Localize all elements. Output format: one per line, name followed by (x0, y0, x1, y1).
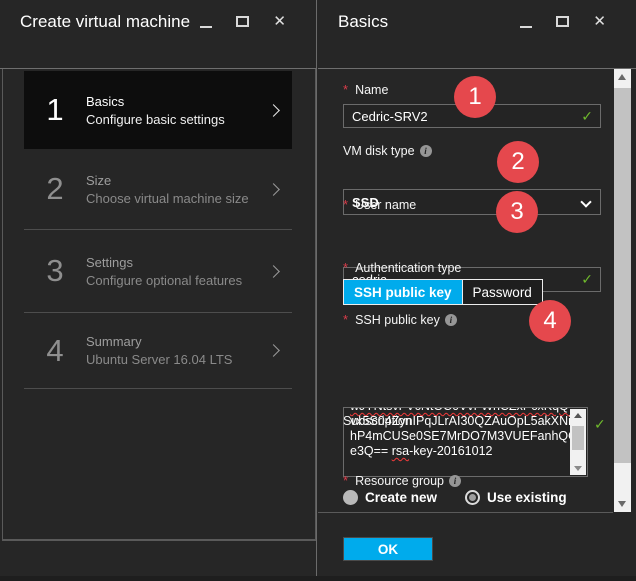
step-title: Size (86, 172, 112, 188)
step-basics[interactable]: 1 Basics Configure basic settings (24, 71, 292, 149)
step-settings[interactable]: 3 Settings Configure optional features (24, 230, 292, 312)
step-number: 2 (46, 171, 64, 206)
triangle-down-icon (574, 466, 582, 471)
blade-title: Basics (338, 12, 389, 31)
create-vm-window: Create virtual machine ✕ 1 Basics Config… (0, 0, 636, 581)
auth-type-label: * Authentication type (343, 260, 601, 275)
step-subtitle: Choose virtual machine size (86, 190, 249, 206)
close-icon[interactable]: ✕ (593, 14, 606, 29)
radio-label: Use existing (487, 490, 567, 505)
maximize-icon[interactable] (556, 15, 570, 27)
triangle-up-icon (618, 74, 626, 80)
radio-use-existing[interactable]: Use existing (465, 490, 567, 505)
page-title: Create virtual machine (20, 12, 191, 31)
step-number: 3 (46, 253, 64, 288)
step-size[interactable]: 2 Size Choose virtual machine size (24, 149, 292, 229)
step-text: Size Choose virtual machine size (86, 173, 269, 206)
annotation-badge-4: 4 (529, 300, 571, 342)
scroll-down-button[interactable] (614, 496, 631, 512)
radio-selected-icon (465, 490, 481, 505)
step-subtitle: Ubuntu Server 16.04 LTS (86, 352, 233, 367)
scroll-thumb[interactable] (614, 88, 631, 463)
auth-option-ssh[interactable]: SSH public key (344, 280, 462, 304)
scroll-up-button[interactable] (614, 69, 631, 85)
label-text: Resource group (355, 473, 445, 488)
info-icon[interactable]: i (419, 145, 432, 157)
step-subtitle: Configure basic settings (86, 111, 225, 127)
resource-group-label: * Resource group i (343, 473, 601, 488)
ssh-line: hP4mCUSe0SE7MrDO7M3VUEFanhQO (350, 429, 570, 443)
step-number: 1 (46, 92, 64, 127)
basics-blade: Basics ✕ * Name Cedric-SRV2 ✓ VM disk ty… (318, 0, 636, 581)
minimize-icon[interactable] (200, 15, 213, 28)
vm-disk-type-label: VM disk type i (343, 144, 601, 158)
radio-icon (343, 490, 358, 505)
subscription-label: Subscription (343, 414, 601, 428)
info-icon[interactable]: i (449, 474, 462, 487)
step-title: Basics (86, 93, 125, 109)
chevron-right-icon (267, 103, 280, 117)
left-titlebar: Create virtual machine ✕ (0, 0, 316, 69)
required-marker: * (343, 82, 349, 97)
step-title: Settings (86, 254, 133, 270)
radio-create-new[interactable]: Create new (343, 490, 437, 505)
triangle-down-icon (618, 501, 626, 507)
footer-divider (318, 512, 613, 513)
footer-divider (2, 540, 316, 541)
auth-option-password[interactable]: Password (461, 280, 542, 304)
left-window-controls: ✕ (200, 12, 286, 30)
toggle-group: SSH public key Password (343, 279, 543, 305)
chevron-right-icon (267, 182, 280, 196)
step-subtitle: Configure optional features (86, 272, 243, 288)
required-marker: * (343, 197, 349, 212)
required-marker: * (343, 312, 349, 327)
step-divider (24, 388, 292, 389)
annotation-badge-2: 2 (497, 141, 539, 183)
step-summary[interactable]: 4 Summary Ubuntu Server 16.04 LTS (24, 313, 292, 388)
chevron-right-icon (267, 264, 280, 278)
create-vm-blade: Create virtual machine ✕ 1 Basics Config… (0, 0, 317, 581)
misspelled-word: rsa (391, 444, 410, 458)
label-text: Subscription (343, 414, 412, 428)
label-text: SSH public key (355, 312, 440, 327)
form-scrollbar (614, 69, 631, 512)
annotation-badge-1: 1 (454, 76, 496, 118)
basics-form: * Name Cedric-SRV2 ✓ VM disk type i SSD … (318, 69, 636, 581)
ssh-line: e3Q== (350, 444, 392, 458)
annotation-badge-3: 3 (496, 191, 538, 233)
right-window-controls: ✕ (520, 12, 606, 30)
user-name-label: * User name (343, 197, 601, 212)
required-marker: * (343, 473, 349, 488)
window-bottom-edge (0, 576, 636, 581)
scroll-thumb[interactable] (572, 426, 584, 450)
right-titlebar: Basics ✕ (318, 0, 636, 69)
step-title: Summary (86, 334, 142, 349)
step-text: Basics Configure basic settings (86, 94, 269, 127)
close-icon[interactable]: ✕ (273, 14, 286, 29)
label-text: Name (355, 82, 389, 97)
auth-type-toggle: SSH public key Password (343, 279, 601, 305)
step-text: Settings Configure optional features (86, 255, 269, 288)
chevron-right-icon (267, 344, 280, 357)
minimize-icon[interactable] (520, 15, 533, 28)
step-number: 4 (46, 332, 64, 368)
ssh-line: -key-20161012 (409, 444, 493, 458)
name-value: Cedric-SRV2 (352, 108, 428, 124)
label-text: VM disk type (343, 144, 415, 158)
radio-label: Create new (365, 490, 438, 505)
label-text: Authentication type (355, 260, 462, 275)
required-marker: * (343, 260, 349, 275)
step-text: Summary Ubuntu Server 16.04 LTS (86, 334, 269, 367)
resource-group-radios: Create new Use existing (343, 490, 601, 505)
label-text: User name (355, 197, 417, 212)
wizard-steps: 1 Basics Configure basic settings 2 Size… (2, 69, 316, 540)
valid-check-icon: ✓ (581, 107, 593, 124)
ok-button[interactable]: OK (343, 537, 433, 561)
maximize-icon[interactable] (236, 15, 250, 27)
info-icon[interactable]: i (444, 313, 457, 326)
